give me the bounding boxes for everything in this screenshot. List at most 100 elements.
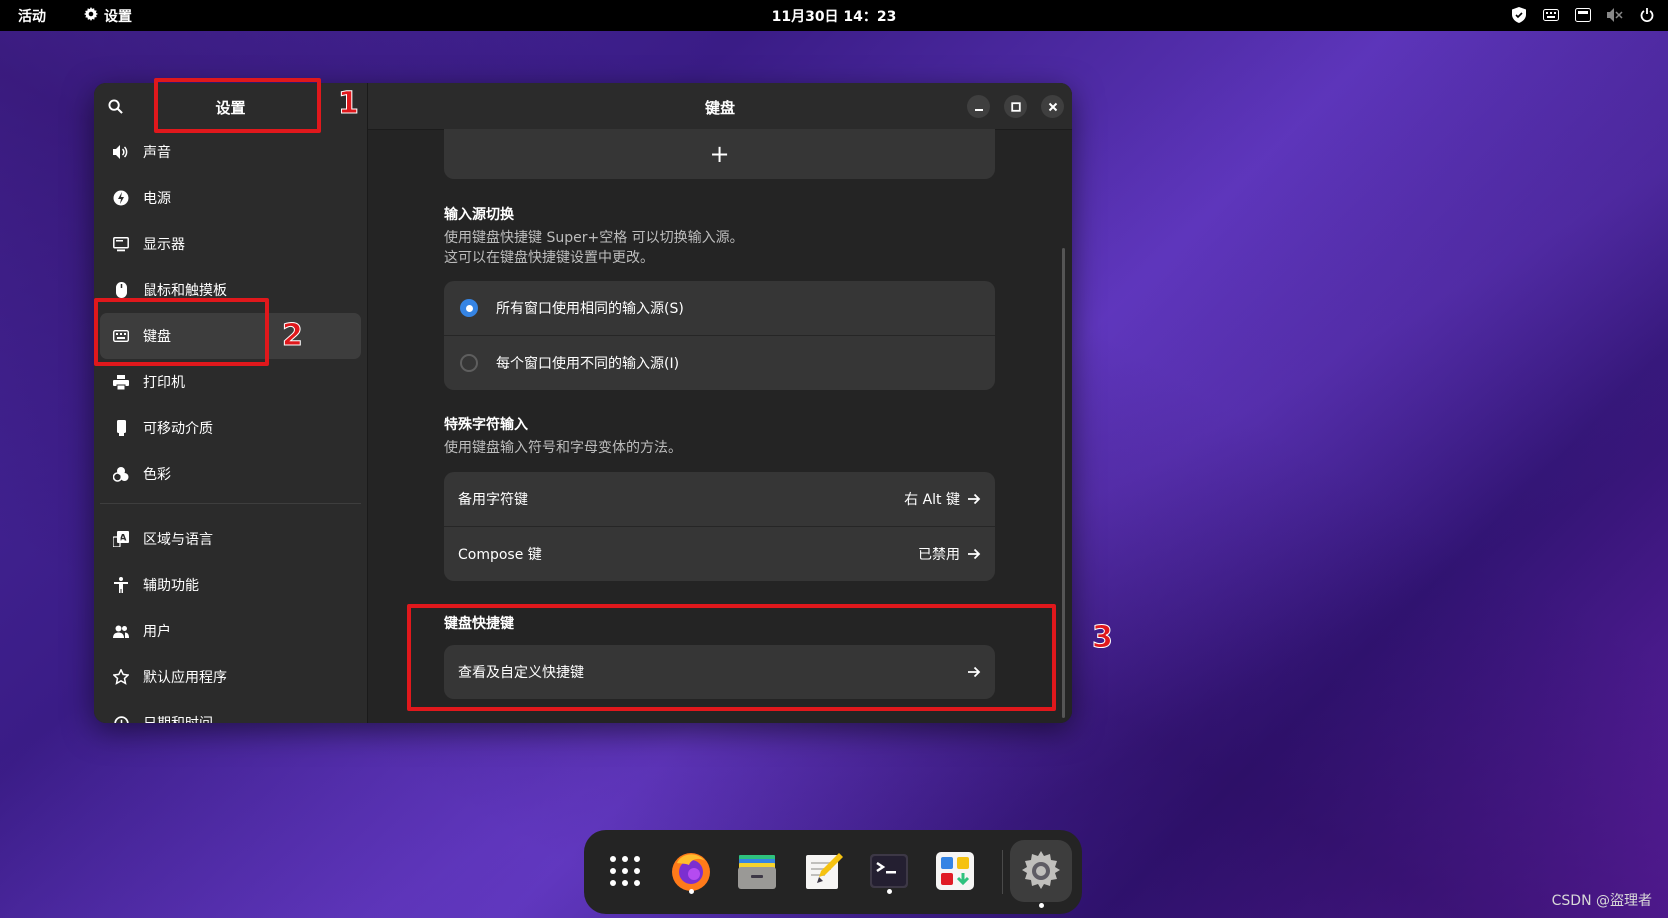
section-title-input-switch: 输入源切换 [444, 207, 514, 223]
shield-icon[interactable] [1510, 6, 1528, 24]
keyboard-icon[interactable] [1542, 6, 1560, 24]
sidebar-item-label: 鼠标和触摸板 [143, 283, 227, 299]
sidebar-item-users[interactable]: 用户 [100, 608, 361, 654]
sidebar-item-label: 用户 [143, 624, 171, 640]
sidebar-item-displays[interactable]: 显示器 [100, 221, 361, 267]
sidebar-item-label: 辅助功能 [143, 578, 199, 594]
sidebar-item-default-apps[interactable]: 默认应用程序 [100, 654, 361, 700]
row-value: 已禁用 [918, 547, 960, 563]
sidebar-item-date-time[interactable]: 日期和时间 [100, 700, 361, 723]
running-indicator [1038, 903, 1044, 908]
clock[interactable]: 11月30日 14：23 [772, 9, 897, 25]
sidebar-item-color[interactable]: 色彩 [100, 451, 361, 497]
sidebar-separator [100, 503, 361, 504]
users-icon [110, 620, 132, 642]
text-editor-icon [806, 853, 843, 889]
dock-app-terminal[interactable] [862, 844, 916, 898]
show-apps-button[interactable] [598, 844, 652, 898]
annotation-box-1 [154, 78, 321, 133]
section-title-special-chars: 特殊字符输入 [444, 417, 528, 433]
sidebar-item-power[interactable]: 电源 [100, 175, 361, 221]
sidebar-item-label: 打印机 [143, 375, 185, 391]
volume-muted-icon[interactable] [1606, 6, 1624, 24]
accessibility-icon [110, 574, 132, 596]
sidebar-item-region-language[interactable]: A 区域与语言 [100, 516, 361, 562]
section-desc-input-switch-2: 这可以在键盘快捷键设置中更改。 [444, 250, 654, 266]
minimize-button[interactable] [967, 95, 990, 118]
dock-separator [1002, 850, 1003, 894]
star-icon [110, 666, 132, 688]
close-icon [1048, 102, 1057, 111]
radio-label: 每个窗口使用不同的输入源(I) [496, 356, 680, 372]
app-grid-icon [610, 856, 640, 886]
activities-button[interactable]: 活动 [18, 6, 46, 26]
dock-app-settings[interactable] [1010, 840, 1072, 908]
row-label: 备用字符键 [458, 492, 528, 508]
running-indicator [688, 889, 694, 894]
app-menu-label: 设置 [104, 9, 132, 25]
terminal-icon [870, 854, 908, 888]
maximize-icon [1010, 101, 1021, 112]
sidebar-item-label: 日期和时间 [143, 713, 213, 723]
radio-different-source[interactable]: 每个窗口使用不同的输入源(I) [444, 335, 995, 390]
software-icon [936, 852, 974, 890]
system-tray[interactable] [1510, 6, 1656, 24]
dock-app-files[interactable] [730, 844, 784, 898]
annotation-box-2 [94, 298, 269, 366]
watermark: CSDN @盜理者 [1551, 893, 1652, 909]
special-chars-list: 备用字符键 右 Alt 键 Compose 键 已禁用 [444, 472, 995, 581]
speaker-icon [110, 141, 132, 163]
sidebar-item-label: 色彩 [143, 467, 171, 483]
arrow-right-icon [968, 548, 981, 560]
sidebar-item-removable-media[interactable]: 可移动介质 [100, 405, 361, 451]
dock [584, 830, 1082, 914]
dock-app-software[interactable] [928, 844, 982, 898]
annotation-label-1: 1 [338, 86, 360, 122]
sidebar-item-label: 电源 [143, 191, 171, 207]
annotation-label-3: 3 [1092, 620, 1114, 656]
maximize-button[interactable] [1004, 95, 1027, 118]
minimize-icon [974, 108, 983, 111]
add-input-source-button[interactable]: + [444, 129, 995, 179]
sidebar-item-label: 默认应用程序 [143, 670, 227, 686]
input-switch-options: 所有窗口使用相同的输入源(S) 每个窗口使用不同的输入源(I) [444, 281, 995, 390]
color-icon [110, 463, 132, 485]
app-menu[interactable]: 设置 [84, 6, 132, 26]
sidebar-list: 声音 电源 显示器 鼠标和触摸板 键盘 打印机 可移动介质 色彩 A 区域与语言… [100, 129, 361, 723]
annotation-box-3 [407, 604, 1056, 711]
top-bar: 活动 设置 11月30日 14：23 [0, 0, 1668, 31]
monitor-icon [110, 233, 132, 255]
language-icon: A [110, 528, 132, 550]
power-bolt-icon [110, 187, 132, 209]
radio-button-unchecked[interactable] [460, 354, 478, 372]
sidebar-item-label: 可移动介质 [143, 421, 213, 437]
files-icon [738, 855, 776, 889]
scrollbar[interactable] [1062, 248, 1065, 718]
network-icon[interactable] [1574, 6, 1592, 24]
power-icon[interactable] [1638, 6, 1656, 24]
dock-app-text-editor[interactable] [796, 844, 850, 898]
radio-button-checked[interactable] [460, 299, 478, 317]
sidebar: 设置 声音 电源 显示器 鼠标和触摸板 键盘 打印机 可移动介质 色彩 A 区域… [94, 83, 368, 723]
sidebar-item-accessibility[interactable]: 辅助功能 [100, 562, 361, 608]
arrow-right-icon [968, 493, 981, 505]
sidebar-item-label: 声音 [143, 145, 171, 161]
firefox-icon [672, 853, 710, 891]
alternate-chars-key-row[interactable]: 备用字符键 右 Alt 键 [444, 472, 995, 526]
window-controls [967, 95, 1064, 118]
sidebar-item-sound[interactable]: 声音 [100, 129, 361, 175]
dock-app-firefox[interactable] [664, 844, 718, 898]
printer-icon [110, 371, 132, 393]
radio-same-source[interactable]: 所有窗口使用相同的输入源(S) [444, 281, 995, 335]
close-button[interactable] [1041, 95, 1064, 118]
compose-key-row[interactable]: Compose 键 已禁用 [444, 526, 995, 581]
section-desc-input-switch-1: 使用键盘快捷键 Super+空格 可以切换输入源。 [444, 230, 744, 246]
section-desc-special-chars: 使用键盘输入符号和字母变体的方法。 [444, 440, 682, 456]
add-icon: + [709, 140, 730, 168]
sidebar-item-label: 区域与语言 [143, 532, 213, 548]
row-label: Compose 键 [458, 547, 542, 563]
usb-drive-icon [110, 417, 132, 439]
row-value: 右 Alt 键 [904, 492, 960, 508]
clock-icon [110, 712, 132, 723]
sidebar-item-label: 显示器 [143, 237, 185, 253]
